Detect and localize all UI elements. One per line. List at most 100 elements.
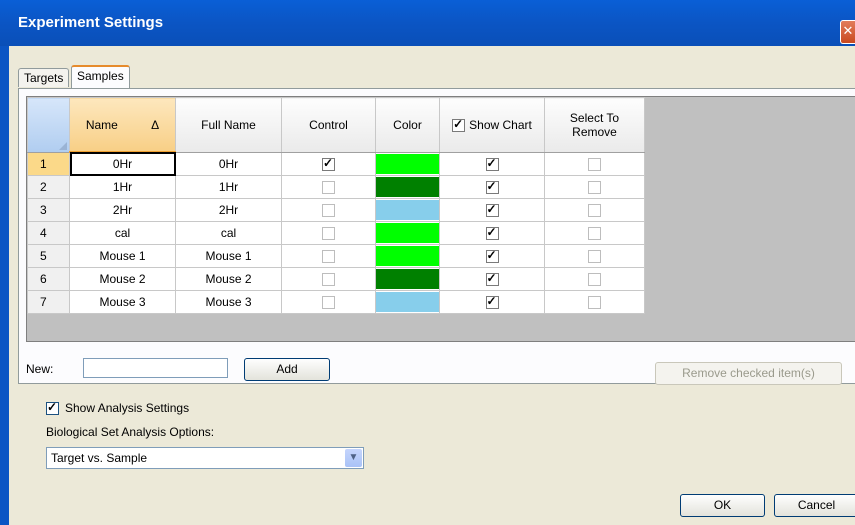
table-row[interactable]: 2 1Hr 1Hr xyxy=(27,175,645,199)
remove-checkbox[interactable] xyxy=(588,181,601,195)
cell-select-to-remove[interactable] xyxy=(544,151,645,176)
cell-control[interactable] xyxy=(281,221,376,245)
color-swatch[interactable] xyxy=(376,153,439,174)
show-chart-checkbox[interactable] xyxy=(485,156,499,171)
column-header-color[interactable]: Color xyxy=(375,97,440,153)
row-number[interactable]: 3 xyxy=(27,198,70,222)
show-chart-checkbox[interactable] xyxy=(485,202,499,218)
column-header-name[interactable]: Name Δ xyxy=(69,97,176,153)
new-sample-input[interactable] xyxy=(83,358,228,378)
cell-show-chart[interactable] xyxy=(439,198,545,222)
remove-checkbox[interactable] xyxy=(588,296,601,310)
table-row[interactable]: 1 0Hr 0Hr xyxy=(27,151,645,176)
table-row[interactable]: 6 Mouse 2 Mouse 2 xyxy=(27,267,645,291)
cell-color[interactable] xyxy=(375,151,440,176)
cell-control[interactable] xyxy=(281,175,376,199)
cell-name[interactable]: Mouse 2 xyxy=(69,267,176,291)
cell-name[interactable]: Mouse 3 xyxy=(69,290,176,314)
cell-show-chart[interactable] xyxy=(439,151,545,176)
show-chart-checkbox[interactable] xyxy=(485,225,499,241)
cell-select-to-remove[interactable] xyxy=(544,290,645,314)
cell-control[interactable] xyxy=(281,267,376,291)
analysis-option-select[interactable]: Target vs. Sample ▼ xyxy=(46,447,364,469)
table-row[interactable]: 4 cal cal xyxy=(27,221,645,245)
cell-select-to-remove[interactable] xyxy=(544,244,645,268)
cell-full-name[interactable]: cal xyxy=(175,221,282,245)
cell-control[interactable] xyxy=(281,244,376,268)
cell-name[interactable]: cal xyxy=(69,221,176,245)
show-chart-all-checkbox[interactable] xyxy=(452,117,466,132)
cell-name[interactable]: 2Hr xyxy=(69,198,176,222)
cell-control[interactable] xyxy=(281,151,376,176)
table-row[interactable]: 3 2Hr 2Hr xyxy=(27,198,645,222)
remove-checkbox[interactable] xyxy=(588,273,601,287)
cell-control[interactable] xyxy=(281,198,376,222)
cell-select-to-remove[interactable] xyxy=(544,198,645,222)
show-chart-checkbox[interactable] xyxy=(485,248,499,264)
show-analysis-checkbox[interactable] xyxy=(46,400,59,416)
remove-checkbox[interactable] xyxy=(588,157,601,171)
cell-name[interactable]: 0Hr xyxy=(69,151,176,176)
cell-select-to-remove[interactable] xyxy=(544,221,645,245)
color-swatch[interactable] xyxy=(376,223,439,243)
show-chart-checkbox[interactable] xyxy=(485,294,499,310)
select-all-corner[interactable] xyxy=(27,97,70,153)
chevron-down-icon[interactable]: ▼ xyxy=(345,449,362,467)
control-checkbox[interactable] xyxy=(322,181,335,195)
column-header-full-name[interactable]: Full Name xyxy=(175,97,282,153)
tab-targets[interactable]: Targets xyxy=(18,68,70,87)
cell-show-chart[interactable] xyxy=(439,221,545,245)
cell-show-chart[interactable] xyxy=(439,290,545,314)
control-checkbox[interactable] xyxy=(322,204,335,218)
ok-button[interactable]: OK xyxy=(680,494,765,517)
cell-color[interactable] xyxy=(375,267,440,291)
remove-checkbox[interactable] xyxy=(588,227,601,241)
control-checkbox[interactable] xyxy=(322,250,335,264)
row-number[interactable]: 7 xyxy=(27,290,70,314)
column-header-show-chart[interactable]: Show Chart xyxy=(439,97,545,153)
control-checkbox[interactable] xyxy=(322,296,335,310)
cell-color[interactable] xyxy=(375,221,440,245)
cell-select-to-remove[interactable] xyxy=(544,267,645,291)
cell-select-to-remove[interactable] xyxy=(544,175,645,199)
cell-show-chart[interactable] xyxy=(439,175,545,199)
color-swatch[interactable] xyxy=(376,292,439,312)
cell-color[interactable] xyxy=(375,244,440,268)
cell-full-name[interactable]: 0Hr xyxy=(175,151,282,176)
add-button[interactable]: Add xyxy=(244,358,330,381)
table-row[interactable]: 5 Mouse 1 Mouse 1 xyxy=(27,244,645,268)
cell-full-name[interactable]: Mouse 3 xyxy=(175,290,282,314)
cell-name[interactable]: Mouse 1 xyxy=(69,244,176,268)
show-chart-checkbox[interactable] xyxy=(485,179,499,195)
row-number[interactable]: 4 xyxy=(27,221,70,245)
row-number[interactable]: 5 xyxy=(27,244,70,268)
cell-color[interactable] xyxy=(375,198,440,222)
color-swatch[interactable] xyxy=(376,200,439,220)
control-checkbox[interactable] xyxy=(322,273,335,287)
color-swatch[interactable] xyxy=(376,269,439,289)
close-button[interactable]: ✕ xyxy=(840,20,855,44)
control-checkbox[interactable] xyxy=(322,227,335,241)
cell-name[interactable]: 1Hr xyxy=(69,175,176,199)
show-analysis-settings[interactable]: Show Analysis Settings xyxy=(46,400,189,416)
table-row[interactable]: 7 Mouse 3 Mouse 3 xyxy=(27,290,645,314)
tab-samples[interactable]: Samples xyxy=(71,65,130,88)
color-swatch[interactable] xyxy=(376,177,439,197)
row-number[interactable]: 6 xyxy=(27,267,70,291)
control-checkbox[interactable] xyxy=(322,156,335,171)
remove-checked-button[interactable]: Remove checked item(s) xyxy=(655,362,842,385)
row-number[interactable]: 1 xyxy=(27,151,70,176)
column-header-select-to-remove[interactable]: Select To Remove xyxy=(544,97,645,153)
row-number[interactable]: 2 xyxy=(27,175,70,199)
cell-full-name[interactable]: 2Hr xyxy=(175,198,282,222)
cancel-button[interactable]: Cancel xyxy=(774,494,855,517)
remove-checkbox[interactable] xyxy=(588,250,601,264)
color-swatch[interactable] xyxy=(376,246,439,266)
cell-full-name[interactable]: 1Hr xyxy=(175,175,282,199)
cell-full-name[interactable]: Mouse 1 xyxy=(175,244,282,268)
cell-show-chart[interactable] xyxy=(439,244,545,268)
cell-show-chart[interactable] xyxy=(439,267,545,291)
cell-color[interactable] xyxy=(375,175,440,199)
cell-color[interactable] xyxy=(375,290,440,314)
cell-full-name[interactable]: Mouse 2 xyxy=(175,267,282,291)
